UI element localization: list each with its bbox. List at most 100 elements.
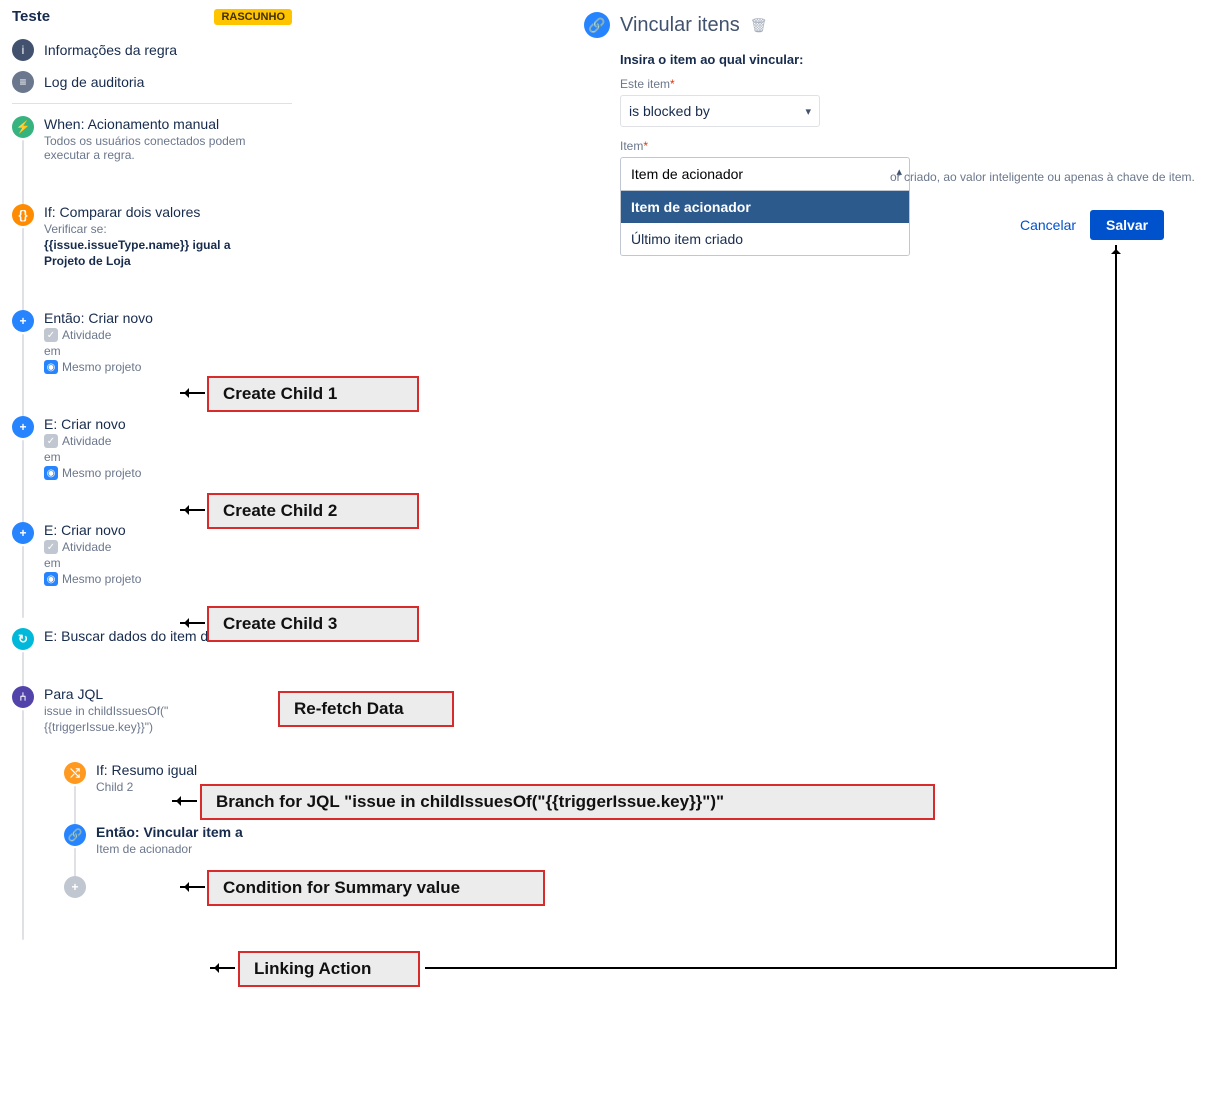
branch-icon: ⑃ [12, 686, 34, 708]
if-compare-l1: Verificar se: [44, 222, 292, 236]
create3-proj-row: ◉ Mesmo projeto [44, 572, 292, 586]
create2-type-row: ✓ Atividade [44, 434, 292, 448]
config-header: 🔗 Vincular itens 🗑 [584, 12, 1204, 38]
connector [22, 546, 24, 618]
create2-title: E: Criar novo [44, 416, 292, 432]
combo-item-dropdown: Item de acionador Último item criado [620, 191, 910, 256]
step-create-3[interactable]: + E: Criar novo ✓ Atividade em ◉ Mesmo p… [12, 522, 292, 586]
connector [22, 334, 24, 426]
create2-proj: Mesmo projeto [62, 466, 141, 480]
link-l1: Item de acionador [96, 842, 292, 856]
project-icon: ◉ [44, 572, 58, 586]
select-link-type-value: is blocked by [629, 103, 710, 119]
create1-title: Então: Criar novo [44, 310, 292, 326]
if-compare-title: If: Comparar dois valores [44, 204, 292, 220]
label-item: Item* [620, 139, 1204, 153]
combo-item-input[interactable] [620, 157, 910, 191]
config-actions: Cancelar Salvar [1020, 210, 1164, 240]
step-when[interactable]: ⚡ When: Acionamento manual Todos os usuá… [12, 116, 292, 162]
step-when-title: When: Acionamento manual [44, 116, 292, 132]
check-icon: ✓ [44, 540, 58, 554]
save-button[interactable]: Salvar [1090, 210, 1164, 240]
annotation-refetch: Re-fetch Data [278, 691, 454, 727]
add-icon: + [64, 876, 86, 898]
plus-icon: + [12, 310, 34, 332]
arrow-icon [1115, 245, 1117, 969]
connector [22, 710, 24, 940]
plus-icon: + [12, 522, 34, 544]
shuffle-icon: ⤭ [64, 762, 86, 784]
create3-proj: Mesmo projeto [62, 572, 141, 586]
step-link-action[interactable]: 🔗 Então: Vincular item a Item de acionad… [64, 824, 292, 856]
braces-icon: {} [12, 204, 34, 226]
refresh-icon: ↻ [12, 628, 34, 650]
config-title: Vincular itens [620, 14, 740, 37]
branch-l1: issue in childIssuesOf(" [44, 704, 292, 718]
config-instruction: Insira o item ao qual vincular: [620, 52, 1204, 67]
bolt-icon: ⚡ [12, 116, 34, 138]
plus-icon: + [12, 416, 34, 438]
rule-header: Teste RASCUNHO [12, 8, 292, 25]
arrow-icon [180, 509, 205, 511]
chevron-down-icon: ▾ [805, 105, 811, 118]
arrow-icon [210, 967, 235, 969]
branch-l2: {{triggerIssue.key}}") [44, 720, 292, 734]
connector [22, 440, 24, 532]
link-title: Então: Vincular item a [96, 824, 292, 840]
create3-in: em [44, 556, 292, 570]
annotation-create-child-1: Create Child 1 [207, 376, 419, 412]
annotation-linking-action: Linking Action [238, 951, 420, 987]
create1-proj: Mesmo projeto [62, 360, 141, 374]
info-icon: i [12, 39, 34, 61]
nav-rule-info[interactable]: i Informações da regra [12, 39, 292, 61]
create1-proj-row: ◉ Mesmo projeto [44, 360, 292, 374]
rule-name: Teste [12, 8, 50, 25]
create2-type: Atividade [62, 434, 111, 448]
arrow-icon [180, 622, 205, 624]
step-if-compare[interactable]: {} If: Comparar dois valores Verificar s… [12, 204, 292, 268]
project-icon: ◉ [44, 360, 58, 374]
create2-proj-row: ◉ Mesmo projeto [44, 466, 292, 480]
divider [12, 103, 292, 104]
if-compare-l2: {{issue.issueType.name}} igual a [44, 238, 292, 252]
create1-in: em [44, 344, 292, 358]
arrow-icon [180, 392, 205, 394]
rule-sidebar: Teste RASCUNHO i Informações da regra ≡ … [12, 8, 292, 878]
nav-audit-log[interactable]: ≡ Log de auditoria [12, 71, 292, 93]
nav-audit-label: Log de auditoria [44, 74, 144, 90]
list-icon: ≡ [12, 71, 34, 93]
create2-in: em [44, 450, 292, 464]
if-compare-l3: Projeto de Loja [44, 254, 292, 268]
cancel-button[interactable]: Cancelar [1020, 217, 1076, 233]
cond-title: If: Resumo igual [96, 762, 292, 778]
project-icon: ◉ [44, 466, 58, 480]
create1-type: Atividade [62, 328, 111, 342]
link-icon: 🔗 [64, 824, 86, 846]
step-create-1[interactable]: + Então: Criar novo ✓ Atividade em ◉ Mes… [12, 310, 292, 374]
step-create-2[interactable]: + E: Criar novo ✓ Atividade em ◉ Mesmo p… [12, 416, 292, 480]
trash-icon[interactable]: 🗑 [750, 17, 768, 34]
create3-type-row: ✓ Atividade [44, 540, 292, 554]
link-icon: 🔗 [584, 12, 610, 38]
create1-type-row: ✓ Atividade [44, 328, 292, 342]
arrow-icon [425, 967, 1117, 969]
annotation-condition-summary: Condition for Summary value [207, 870, 545, 906]
select-link-type[interactable]: is blocked by ▾ [620, 95, 820, 127]
annotation-create-child-2: Create Child 2 [207, 493, 419, 529]
annotation-branch-jql: Branch for JQL "issue in childIssuesOf("… [200, 784, 935, 820]
arrow-icon [180, 886, 205, 888]
create3-type: Atividade [62, 540, 111, 554]
annotation-create-child-3: Create Child 3 [207, 606, 419, 642]
step-when-desc: Todos os usuários conectados podem execu… [44, 134, 264, 162]
combo-item: ▴ Item de acionador Último item criado [620, 157, 910, 256]
rule-chain: ⚡ When: Acionamento manual Todos os usuá… [12, 116, 292, 856]
dd-option-trigger-item[interactable]: Item de acionador [621, 191, 909, 223]
connector [22, 228, 24, 318]
label-this-item: Este item* [620, 77, 1204, 91]
dd-option-last-created[interactable]: Último item criado [621, 223, 909, 255]
step-branch-jql[interactable]: ⑃ Para JQL issue in childIssuesOf(" {{tr… [12, 686, 292, 856]
arrow-icon [172, 800, 197, 802]
draft-badge: RASCUNHO [214, 9, 292, 25]
config-hint: or criado, ao valor inteligente ou apena… [890, 170, 1195, 184]
branch-title: Para JQL [44, 686, 292, 702]
